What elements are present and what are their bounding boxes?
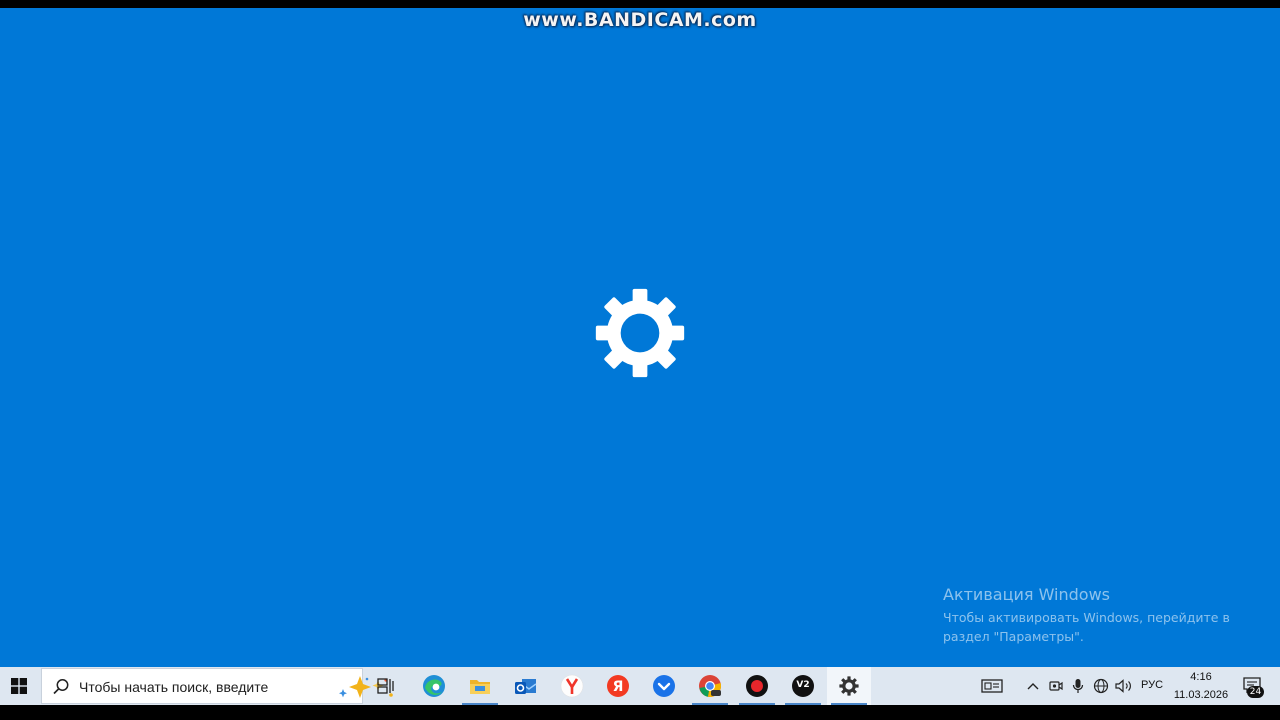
notification-count-badge: 24	[1247, 686, 1264, 698]
activation-title: Активация Windows	[943, 585, 1110, 604]
taskbar-search-box[interactable]: Чтобы начать поиск, введите	[41, 668, 393, 704]
taskbar-app-chrome[interactable]	[688, 667, 732, 705]
gear-icon	[595, 288, 685, 378]
microphone-button[interactable]	[1068, 667, 1088, 705]
camera-share-icon	[1049, 681, 1063, 691]
v2-icon-label: V2	[796, 680, 810, 690]
record-icon	[746, 675, 768, 697]
gear-icon	[839, 676, 859, 696]
taskbar-app-outlook[interactable]	[504, 667, 548, 705]
windows-logo-icon	[11, 678, 27, 694]
taskbar: Чтобы начать поиск, введите Я V2 РУС 4:1…	[0, 667, 1280, 705]
download-icon	[653, 675, 675, 697]
task-view-button[interactable]	[364, 667, 408, 705]
yandex-browser-icon: Я	[607, 675, 629, 697]
activation-line-2: раздел "Параметры".	[943, 629, 1084, 644]
folder-icon	[470, 680, 490, 694]
news-icon	[981, 679, 1003, 693]
taskbar-app-bandicam[interactable]	[735, 667, 779, 705]
clock-time: 4:16	[1190, 671, 1212, 683]
task-view-icon	[377, 678, 394, 694]
screen-top-edge	[0, 0, 1280, 8]
yandex-icon	[560, 674, 584, 698]
bandicam-watermark: www.BANDICAM.com	[523, 9, 757, 31]
speaker-icon	[1115, 679, 1131, 693]
volume-button[interactable]	[1113, 667, 1135, 705]
notification-center-button[interactable]: 24	[1238, 667, 1274, 705]
taskbar-app-download[interactable]	[642, 667, 686, 705]
show-hidden-icons-button[interactable]	[1024, 667, 1042, 705]
clock-date: 11.03.2026	[1173, 689, 1229, 701]
search-icon	[53, 679, 69, 695]
taskbar-clock[interactable]: 4:16 11.03.2026	[1170, 670, 1232, 703]
screen-bottom-edge	[0, 705, 1280, 720]
taskbar-app-yandex[interactable]	[550, 667, 594, 705]
microphone-icon	[1072, 679, 1084, 693]
start-button[interactable]	[0, 667, 38, 705]
outlook-icon	[515, 679, 537, 694]
activation-line-1: Чтобы активировать Windows, перейдите в	[943, 610, 1230, 625]
svg-text:Я: Я	[613, 679, 624, 695]
chrome-icon	[699, 675, 722, 697]
windows-activation-notice: Активация Windows Чтобы активировать Win…	[943, 585, 1263, 646]
chevron-up-icon	[1027, 683, 1039, 690]
globe-icon	[1093, 678, 1109, 694]
settings-splash-screen: Активация Windows Чтобы активировать Win…	[0, 8, 1280, 667]
taskbar-app-file-explorer[interactable]	[458, 667, 502, 705]
tray-app-button[interactable]	[1046, 667, 1066, 705]
taskbar-app-settings[interactable]	[827, 667, 871, 705]
search-placeholder: Чтобы начать поиск, введите	[79, 679, 269, 695]
input-language-indicator[interactable]: РУС	[1141, 679, 1163, 691]
news-widget-button[interactable]	[976, 667, 1008, 705]
network-button[interactable]	[1090, 667, 1112, 705]
taskbar-app-edge[interactable]	[412, 667, 456, 705]
edge-icon	[423, 675, 445, 697]
taskbar-app-v2[interactable]: V2	[781, 667, 825, 705]
taskbar-app-yandex-browser[interactable]: Я	[596, 667, 640, 705]
